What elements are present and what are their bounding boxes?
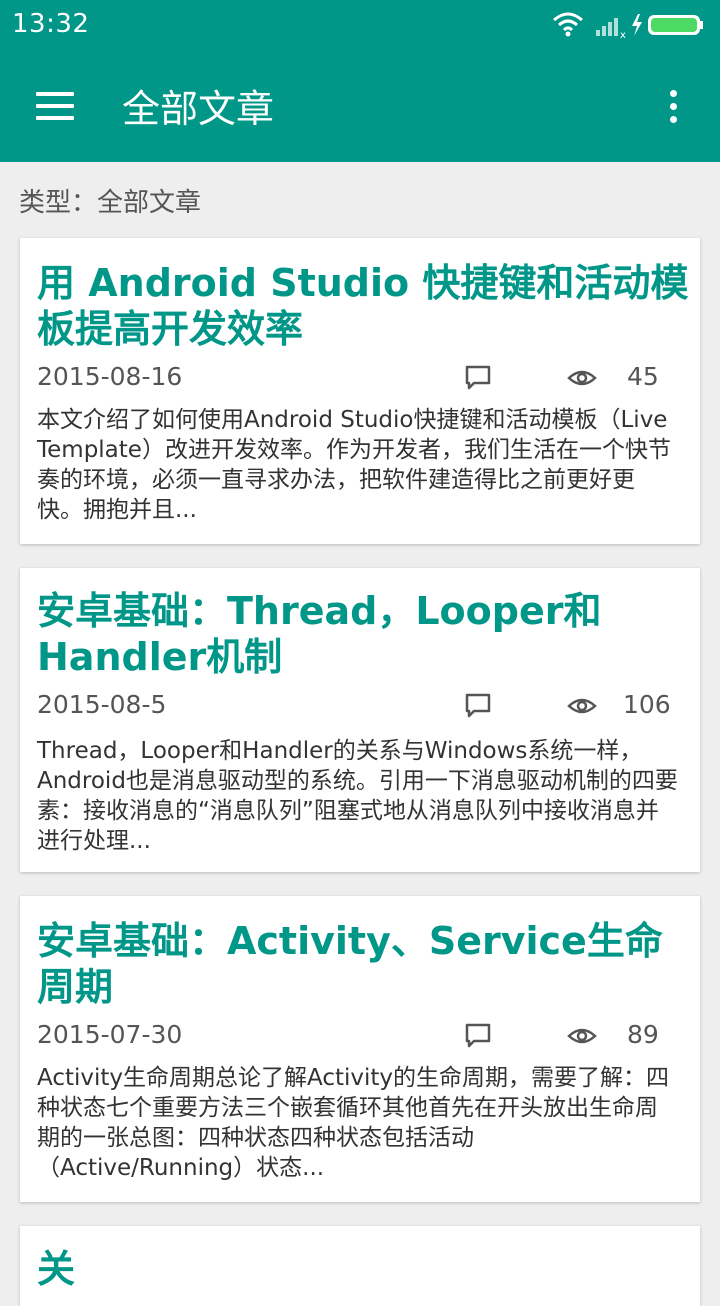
status-time: 13:32 — [12, 9, 90, 39]
more-vert-dot — [670, 103, 677, 110]
article-excerpt: Activity生命周期总论了解Activity的生命周期，需要了解：四种状态七… — [37, 1065, 670, 1181]
menu-icon-bar — [36, 116, 74, 120]
signal-icon: x — [596, 18, 626, 40]
view-count: 45 — [627, 362, 659, 391]
filter-label: 类型：全部文章 — [19, 188, 202, 218]
status-bar: 13:32 x — [0, 0, 720, 50]
article-meta: 2015-07-30 89 — [37, 1020, 670, 1056]
wifi-icon — [553, 12, 583, 37]
article-title[interactable]: 安卓基础：Activity、Service生命周期 — [37, 918, 690, 1010]
article-title[interactable]: 安卓基础：Thread，Looper和Handler机制 — [37, 588, 692, 680]
more-options-button[interactable] — [654, 80, 694, 132]
view-count: 89 — [627, 1020, 659, 1049]
article-card[interactable]: 安卓基础：Activity、Service生命周期 2015-07-30 89 … — [20, 896, 700, 1202]
view-count: 106 — [623, 690, 671, 719]
article-excerpt: Thread，Looper和Handler的关系与Windows系统一样，And… — [37, 738, 678, 854]
comment-icon[interactable] — [464, 364, 492, 392]
article-card[interactable]: 关 — [20, 1226, 700, 1306]
article-title[interactable]: 关 — [37, 1246, 690, 1292]
article-meta: 2015-08-5 106 — [37, 690, 671, 726]
eye-icon — [567, 370, 597, 386]
battery-icon — [648, 15, 703, 35]
article-card[interactable]: 安卓基础：Thread，Looper和Handler机制 2015-08-5 1… — [20, 568, 700, 872]
more-vert-dot — [670, 116, 677, 123]
article-card[interactable]: 用 Android Studio 快捷键和活动模板提高开发效率 2015-08-… — [20, 238, 700, 544]
eye-icon — [567, 698, 597, 714]
article-excerpt: 本文介绍了如何使用Android Studio快捷键和活动模板（Live Tem… — [37, 407, 671, 523]
article-date: 2015-07-30 — [37, 1020, 183, 1049]
menu-icon — [36, 92, 74, 96]
article-title[interactable]: 用 Android Studio 快捷键和活动模板提高开发效率 — [37, 260, 690, 352]
article-date: 2015-08-5 — [37, 690, 167, 719]
status-icons: x — [553, 12, 703, 40]
comment-icon[interactable] — [464, 692, 492, 720]
charging-icon — [632, 14, 642, 36]
article-meta: 2015-08-16 45 — [37, 362, 670, 398]
more-vert-icon — [670, 90, 677, 97]
svg-text:x: x — [620, 30, 626, 40]
menu-icon-bar — [36, 104, 74, 108]
eye-icon — [567, 1028, 597, 1044]
menu-button[interactable] — [26, 80, 86, 132]
article-date: 2015-08-16 — [37, 362, 183, 391]
comment-icon[interactable] — [464, 1022, 492, 1050]
app-bar: 全部文章 — [0, 50, 720, 162]
page-title: 全部文章 — [122, 87, 275, 131]
